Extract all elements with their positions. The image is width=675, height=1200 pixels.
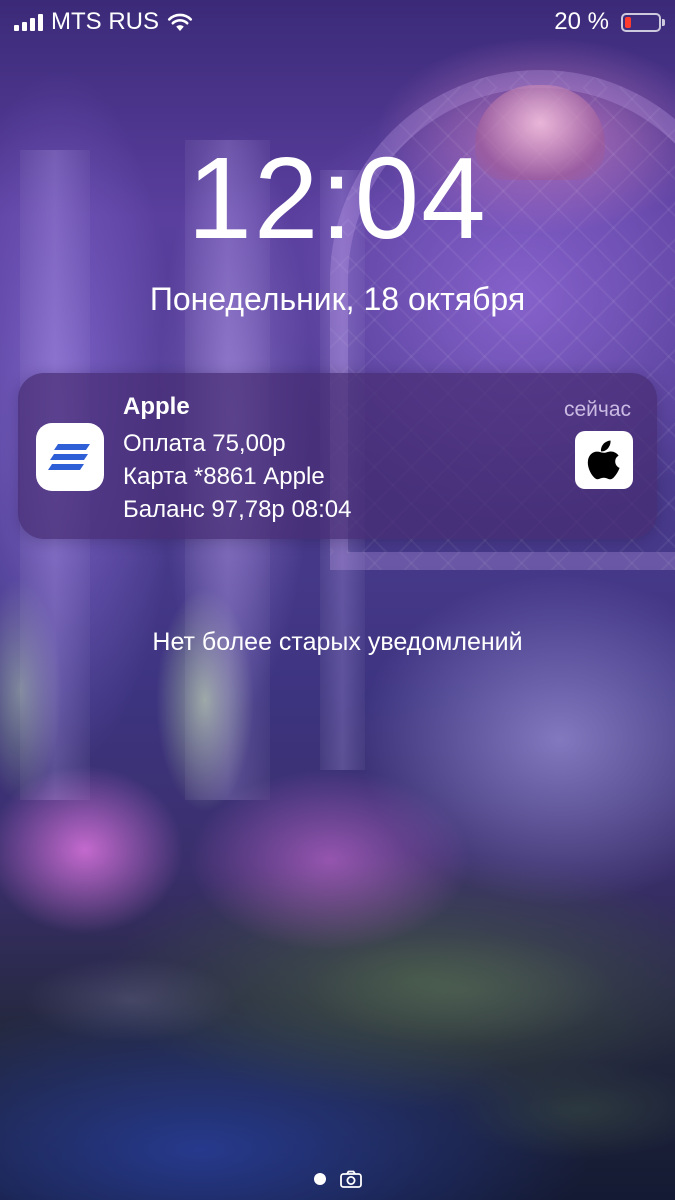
- apple-logo-glyph: [587, 440, 620, 480]
- carrier-name: MTS RUS: [51, 8, 159, 35]
- notification-line: Оплата 75,00р: [123, 430, 286, 457]
- battery-percent: 20 %: [554, 8, 609, 35]
- no-older-notifications: Нет более старых уведомлений: [152, 628, 523, 656]
- page-indicator: [0, 1170, 675, 1188]
- status-left: MTS RUS: [14, 8, 193, 36]
- bank-app-glyph: [48, 444, 90, 470]
- notification-body: Оплата 75,00р Карта *8861 Apple Баланс 9…: [123, 427, 352, 526]
- wifi-icon: [167, 13, 193, 31]
- apple-logo-icon: [575, 431, 633, 489]
- notification-line: Баланс 97,78р 08:04: [123, 496, 352, 523]
- lock-date: Понедельник, 18 октября: [149, 281, 526, 317]
- signal-bars-icon: [14, 13, 43, 31]
- notification-timestamp: сейчас: [563, 398, 631, 421]
- bank-app-icon: [36, 423, 104, 491]
- lock-screen: MTS RUS 20 % 12:04 Понедельник, 18 октяб…: [0, 0, 675, 1200]
- status-bar: MTS RUS 20 %: [0, 0, 675, 44]
- notification-app-name: Apple: [123, 393, 190, 420]
- status-right: 20 %: [554, 8, 665, 36]
- lock-clock: 12:04: [187, 133, 488, 263]
- camera-icon[interactable]: [339, 1170, 362, 1188]
- notification-line: Карта *8861 Apple: [123, 463, 325, 490]
- page-dot-icon[interactable]: [313, 1173, 326, 1185]
- wallpaper-rocks: [0, 930, 675, 1200]
- notification-card[interactable]: Apple сейчас Оплата 75,00р Карта *8861 A…: [18, 373, 657, 539]
- battery-level-fill: [625, 16, 631, 28]
- battery-icon: [621, 12, 665, 32]
